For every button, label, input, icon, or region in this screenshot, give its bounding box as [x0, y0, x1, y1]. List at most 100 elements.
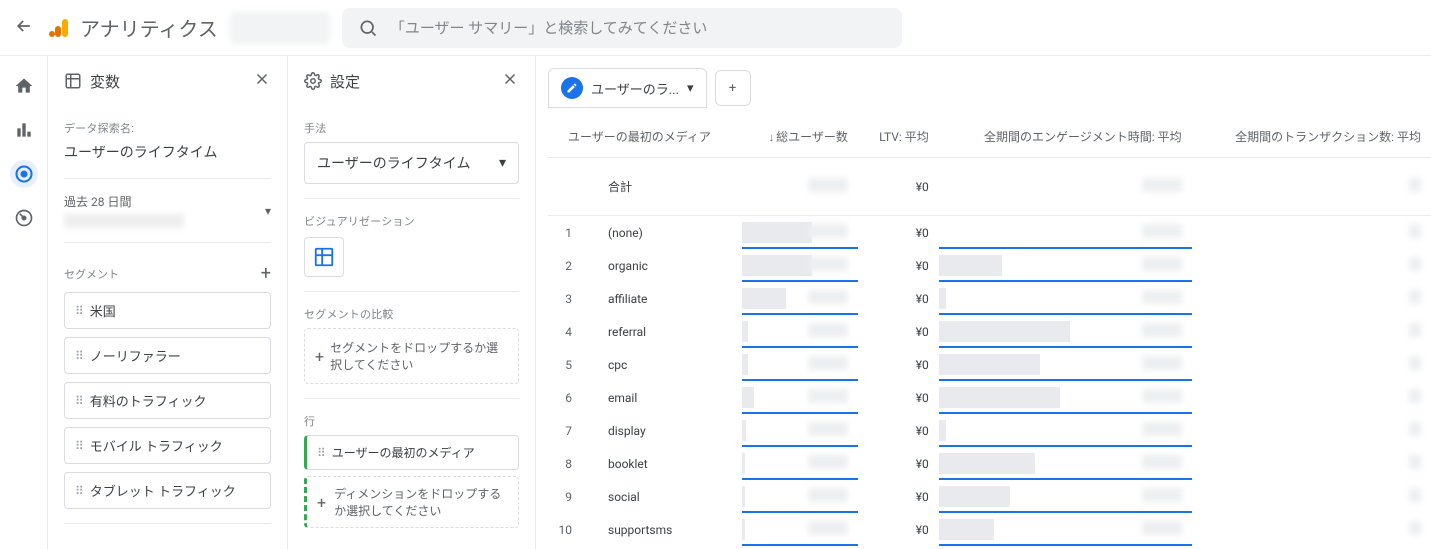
row-name: referral: [588, 315, 742, 348]
row-index: 10: [548, 513, 588, 546]
row-dimension-chip[interactable]: ⠿ ユーザーの最初のメディア: [304, 435, 519, 470]
table-row[interactable]: 10supportsms ¥0: [548, 513, 1431, 546]
segment-chip[interactable]: ⠿ノーリファラー: [64, 337, 271, 374]
rows-label: 行: [304, 413, 519, 429]
technique-select[interactable]: ユーザーのライフタイム ▾: [304, 142, 519, 184]
total-ltv-value: ¥0: [858, 158, 939, 216]
segment-chip[interactable]: ⠿ 米国: [64, 292, 271, 329]
row-index: 2: [548, 249, 588, 282]
col-header-transactions[interactable]: 全期間のトランザクション数: 平均: [1192, 116, 1431, 158]
nav-reports[interactable]: [10, 116, 38, 144]
row-name: supportsms: [588, 513, 742, 546]
row-users-value: [808, 356, 848, 370]
table-row[interactable]: 7display¥0: [548, 414, 1431, 447]
nav-explore[interactable]: [10, 160, 38, 188]
row-index: 4: [548, 315, 588, 348]
nav-advertising[interactable]: [10, 204, 38, 232]
row-transactions-value: [1409, 422, 1421, 436]
row-engagement-value: [1142, 257, 1182, 271]
row-index: 5: [548, 348, 588, 381]
grip-icon: ⠿: [75, 394, 82, 408]
row-name: email: [588, 381, 742, 414]
row-users-value: [808, 224, 848, 238]
table-row[interactable]: 5cpc¥0: [548, 348, 1431, 381]
close-variables-button[interactable]: [253, 70, 271, 92]
active-tab[interactable]: ユーザーのラ... ▾: [548, 68, 707, 108]
table-row[interactable]: 9social¥0: [548, 480, 1431, 513]
col-header-ltv[interactable]: LTV: 平均: [858, 116, 939, 158]
row-transactions-value: [1409, 455, 1421, 469]
row-ltv-value: ¥0: [858, 480, 939, 513]
row-name: booklet: [588, 447, 742, 480]
left-nav: [0, 56, 48, 549]
variables-icon: [64, 72, 82, 90]
row-users-value: [808, 455, 848, 469]
col-header-users[interactable]: ↓総ユーザー数: [742, 116, 857, 158]
analytics-logo-icon: [48, 16, 72, 40]
segment-label: 米国: [90, 301, 116, 320]
table-row[interactable]: 1(none)¥0: [548, 216, 1431, 250]
segment-chip[interactable]: ⠿モバイル トラフィック: [64, 427, 271, 464]
row-name: display: [588, 414, 742, 447]
nav-home[interactable]: [10, 72, 38, 100]
total-engagement-value: [1142, 178, 1182, 192]
segment-drop-zone[interactable]: + セグメントをドロップするか選択してください: [304, 328, 519, 384]
grip-icon: ⠿: [75, 304, 82, 318]
dropdown-icon: ▾: [499, 155, 506, 171]
search-icon: [358, 18, 378, 38]
row-engagement-value: [1142, 521, 1182, 535]
data-table: ユーザーの最初のメディア ↓総ユーザー数 LTV: 平均 全期間のエンゲージメン…: [548, 116, 1431, 546]
row-users-value: [808, 389, 848, 403]
row-index: 8: [548, 447, 588, 480]
row-users-value: [808, 257, 848, 271]
row-users-value: [808, 488, 848, 502]
visualization-table-button[interactable]: [304, 237, 344, 277]
table-row[interactable]: 6email¥0: [548, 381, 1431, 414]
close-settings-button[interactable]: [501, 70, 519, 92]
col-header-engagement[interactable]: 全期間のエンゲージメント時間: 平均: [939, 116, 1192, 158]
app-title: アナリティクス: [80, 13, 218, 42]
row-transactions-value: [1409, 521, 1421, 535]
grip-icon: ⠿: [75, 439, 82, 453]
search-bar[interactable]: 「ユーザー サマリー」と検索してみてください: [342, 8, 902, 48]
dimension-drop-text: ディメンションをドロップするか選択してください: [334, 485, 508, 519]
table-row[interactable]: 4referral¥0: [548, 315, 1431, 348]
back-button[interactable]: [12, 16, 36, 40]
grip-icon: ⠿: [75, 484, 82, 498]
exploration-name-input[interactable]: ユーザーのライフタイム: [64, 142, 271, 164]
segment-label: ノーリファラー: [90, 346, 181, 365]
tab-label: ユーザーのラ...: [591, 79, 679, 98]
exploration-name-label: データ探索名:: [64, 120, 271, 136]
settings-title: 設定: [330, 71, 360, 92]
row-name: social: [588, 480, 742, 513]
dimension-drop-zone[interactable]: + ディメンションをドロップするか選択してください: [304, 476, 519, 528]
main-canvas: ユーザーのラ... ▾ + ユーザーの最初のメディア ↓総ユーザー数 LTV: …: [536, 56, 1431, 549]
table-row[interactable]: 3affiliate¥0: [548, 282, 1431, 315]
add-dimension-button[interactable]: +: [261, 544, 271, 549]
row-transactions-value: [1409, 290, 1421, 304]
account-selector[interactable]: [230, 12, 330, 44]
variables-panel: 変数 データ探索名: ユーザーのライフタイム 過去 28 日間 ▾ セグメント: [48, 56, 288, 549]
logo: アナリティクス: [48, 13, 218, 42]
row-engagement-value: [1142, 224, 1182, 238]
grip-icon: ⠿: [317, 446, 324, 460]
row-users-value: [808, 290, 848, 304]
table-icon: [313, 246, 335, 268]
date-range-selector[interactable]: 過去 28 日間 ▾: [64, 193, 271, 228]
col-header-dimension[interactable]: ユーザーの最初のメディア: [548, 116, 742, 158]
segment-label: タブレット トラフィック: [90, 481, 236, 500]
table-row[interactable]: 8booklet ¥0: [548, 447, 1431, 480]
row-ltv-value: ¥0: [858, 513, 939, 546]
row-ltv-value: ¥0: [858, 216, 939, 250]
gear-icon: [304, 72, 322, 90]
segment-chip[interactable]: ⠿ タブレット トラフィック: [64, 472, 271, 509]
add-segment-button[interactable]: +: [261, 263, 271, 284]
row-index: 7: [548, 414, 588, 447]
row-engagement-value: [1142, 422, 1182, 436]
table-row[interactable]: 2organic¥0: [548, 249, 1431, 282]
row-index: 1: [548, 216, 588, 250]
segment-chip[interactable]: ⠿有料のトラフィック: [64, 382, 271, 419]
row-ltv-value: ¥0: [858, 447, 939, 480]
row-ltv-value: ¥0: [858, 348, 939, 381]
add-tab-button[interactable]: +: [715, 70, 751, 106]
